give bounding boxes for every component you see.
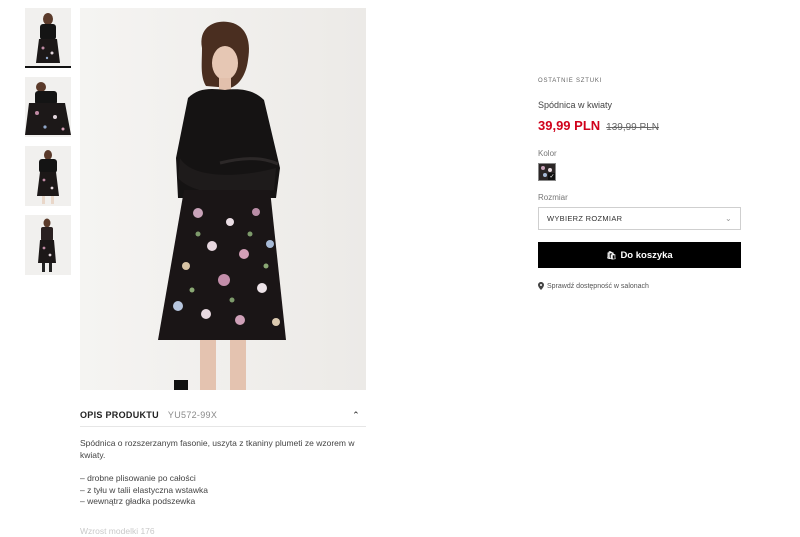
description-toggle[interactable]: OPIS PRODUKTU YU572-99X ⌃ — [80, 404, 366, 427]
shopping-bag-icon: 🛍 — [606, 251, 616, 260]
thumbnail-3-image — [25, 146, 71, 206]
thumbnail-1[interactable] — [25, 8, 71, 68]
description-bullet: – z tyłu w talii elastyczna wstawka — [80, 485, 380, 497]
product-photo — [80, 8, 366, 390]
check-stores-label: Sprawdź dostępność w salonach — [547, 283, 649, 290]
product-sku: YU572-99X — [168, 410, 217, 420]
price-block: 39,99 PLN 139,99 PLN — [538, 118, 742, 133]
thumbnail-4-image — [25, 215, 71, 275]
product-panel: OSTATNIE SZTUKI Spódnica w kwiaty 39,99 … — [538, 78, 742, 290]
description-body: Spódnica o rozszerzanym fasonie, uszyta … — [80, 438, 380, 537]
thumbnail-1-image — [25, 8, 71, 68]
description-bullet: – wewnątrz gładka podszewka — [80, 496, 380, 508]
thumbnail-list — [25, 8, 71, 284]
color-label: Kolor — [538, 149, 742, 158]
thumbnail-2[interactable] — [25, 77, 71, 137]
add-to-cart-label: Do koszyka — [620, 250, 672, 261]
product-name: Spódnica w kwiaty — [538, 100, 742, 110]
model-height: Wzrost modelki 176 — [80, 526, 380, 537]
thumbnail-2-image — [25, 77, 71, 137]
main-product-image[interactable] — [80, 8, 366, 390]
last-items-badge: OSTATNIE SZTUKI — [538, 78, 742, 84]
size-select[interactable]: WYBIERZ ROZMIAR ⌄ — [538, 207, 741, 230]
chevron-up-icon[interactable]: ⌃ — [352, 410, 360, 421]
current-price: 39,99 PLN — [538, 118, 600, 133]
description-bullet: – drobne plisowanie po całości — [80, 473, 380, 485]
size-select-value: WYBIERZ ROZMIAR — [547, 214, 622, 223]
add-to-cart-button[interactable]: 🛍 Do koszyka — [538, 242, 741, 268]
location-pin-icon — [538, 282, 544, 290]
color-swatch-floral[interactable]: ✓ — [538, 163, 556, 181]
description-bullets: – drobne plisowanie po całości – z tyłu … — [80, 473, 380, 508]
check-icon: ✓ — [548, 173, 556, 181]
thumbnail-3[interactable] — [25, 146, 71, 206]
old-price: 139,99 PLN — [606, 122, 659, 133]
check-stores-link[interactable]: Sprawdź dostępność w salonach — [538, 282, 742, 290]
chevron-down-icon: ⌄ — [725, 214, 732, 223]
thumbnail-4[interactable] — [25, 215, 71, 275]
description-intro: Spódnica o rozszerzanym fasonie, uszyta … — [80, 438, 380, 461]
description-title: OPIS PRODUKTU — [80, 410, 159, 420]
size-label: Rozmiar — [538, 193, 742, 202]
